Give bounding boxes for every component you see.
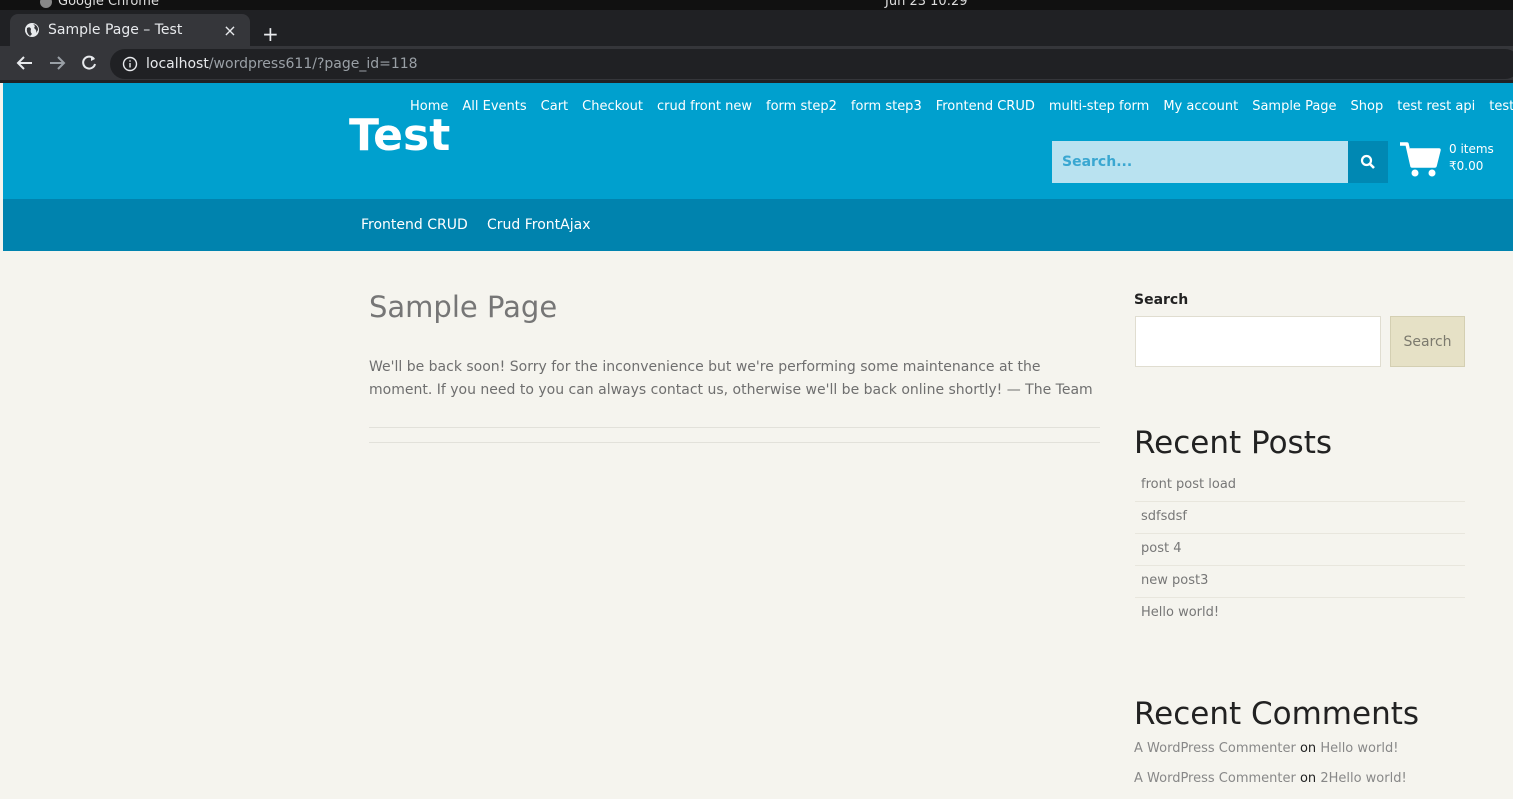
- recent-posts-title: Recent Posts: [1134, 425, 1333, 461]
- chrome-icon: [40, 0, 52, 8]
- shopping-cart-icon: [1400, 142, 1441, 177]
- header-search: [1052, 141, 1388, 183]
- page-body-text: We'll be back soon! Sorry for the inconv…: [369, 359, 1093, 398]
- browser-toolbar: localhost/wordpress611/?page_id=118: [0, 46, 1513, 80]
- menu-item-test-rest-api[interactable]: test rest api: [1390, 99, 1482, 114]
- header-search-button[interactable]: [1348, 141, 1388, 183]
- recent-post-link[interactable]: post 4: [1141, 541, 1181, 556]
- list-item: front post load: [1135, 470, 1465, 502]
- menu-item-crud-front-new[interactable]: crud front new: [650, 99, 759, 114]
- menu-item-form-step2[interactable]: form step2: [759, 99, 844, 114]
- info-icon[interactable]: [122, 56, 138, 72]
- menu-item-multi-step-form[interactable]: multi-step form: [1042, 99, 1156, 114]
- search-widget-title: Search: [1134, 292, 1189, 308]
- comment-author-link[interactable]: A WordPress Commenter: [1134, 741, 1296, 756]
- content-divider: [369, 427, 1100, 428]
- sidebar-search-button[interactable]: Search: [1390, 316, 1465, 367]
- list-item: Hello world!: [1135, 598, 1465, 630]
- back-arrow-icon[interactable]: [15, 53, 35, 73]
- tab-strip: Sample Page – Test × +: [0, 10, 1513, 46]
- site-header: Home All Events Cart Checkout crud front…: [3, 83, 1513, 199]
- comment-post-link[interactable]: 2Hello world!: [1320, 771, 1406, 786]
- menu-item-checkout[interactable]: Checkout: [575, 99, 650, 114]
- menu-item-all-events[interactable]: All Events: [455, 99, 533, 114]
- sub-menu-frontend-crud[interactable]: Frontend CRUD: [361, 217, 468, 233]
- new-tab-button[interactable]: +: [262, 24, 279, 44]
- cart-total: ₹0.00: [1449, 159, 1484, 173]
- recent-comments-list: A WordPress Commenter on Hello world! A …: [1134, 739, 1474, 799]
- recent-post-link[interactable]: new post3: [1141, 573, 1208, 588]
- url-host: localhost: [146, 56, 209, 72]
- os-app-label: Google Chrome: [40, 0, 159, 9]
- search-icon: [1360, 154, 1375, 169]
- recent-posts-list: front post load sdfsdsf post 4 new post3…: [1135, 470, 1465, 630]
- comment-author-link[interactable]: A WordPress Commenter: [1134, 771, 1296, 786]
- address-bar[interactable]: localhost/wordpress611/?page_id=118: [110, 49, 1513, 79]
- menu-item-sample-page[interactable]: Sample Page: [1245, 99, 1343, 114]
- menu-item-my-account[interactable]: My account: [1156, 99, 1245, 114]
- browser-tab[interactable]: Sample Page – Test ×: [10, 14, 250, 46]
- menu-item-form-step3[interactable]: form step3: [844, 99, 929, 114]
- content-divider: [369, 442, 1100, 443]
- comment-item: A WordPress Commenter on Hello world!: [1134, 739, 1474, 769]
- recent-post-link[interactable]: Hello world!: [1141, 605, 1219, 620]
- page-title: Sample Page: [369, 290, 558, 324]
- header-search-input[interactable]: [1052, 141, 1348, 183]
- url-path: /wordpress611/?page_id=118: [208, 56, 418, 72]
- sidebar-search-input[interactable]: [1135, 316, 1381, 367]
- list-item: new post3: [1135, 566, 1465, 598]
- list-item: sdfsdsf: [1135, 502, 1465, 534]
- tab-close-button[interactable]: ×: [220, 21, 240, 40]
- primary-menu: Home All Events Cart Checkout crud front…: [403, 99, 1513, 114]
- menu-item-shop[interactable]: Shop: [1344, 99, 1391, 114]
- recent-comments-title: Recent Comments: [1134, 696, 1420, 732]
- comment-post-link[interactable]: Hello world!: [1320, 741, 1398, 756]
- menu-item-frontend-crud[interactable]: Frontend CRUD: [929, 99, 1042, 114]
- recent-post-link[interactable]: front post load: [1141, 477, 1236, 492]
- menu-item-cart[interactable]: Cart: [534, 99, 576, 114]
- secondary-menu: Frontend CRUD Crud FrontAjax: [3, 199, 1513, 251]
- reload-icon[interactable]: [79, 53, 99, 73]
- cart-summary: 0 items ₹0.00: [1449, 141, 1494, 175]
- os-app-name: Google Chrome: [58, 0, 159, 9]
- recent-post-link[interactable]: sdfsdsf: [1141, 509, 1187, 524]
- list-item: post 4: [1135, 534, 1465, 566]
- globe-icon: [25, 23, 39, 37]
- tab-title: Sample Page – Test: [48, 22, 183, 38]
- os-clock: Jun 23 10:29: [885, 0, 968, 9]
- header-cart[interactable]: 0 items ₹0.00: [1399, 141, 1494, 179]
- comment-on-text: on: [1299, 741, 1317, 756]
- comment-item: A WordPress Commenter on 2Hello world!: [1134, 769, 1474, 799]
- sub-menu-crud-frontajax[interactable]: Crud FrontAjax: [487, 217, 590, 233]
- site-title[interactable]: Test: [349, 110, 450, 161]
- comment-on-text: on: [1299, 771, 1317, 786]
- os-top-bar: Google Chrome Jun 23 10:29: [0, 0, 1513, 10]
- menu-item-testpage[interactable]: testpage: [1482, 99, 1513, 114]
- forward-arrow-icon[interactable]: [47, 53, 67, 73]
- cart-item-count: 0 items: [1449, 142, 1494, 156]
